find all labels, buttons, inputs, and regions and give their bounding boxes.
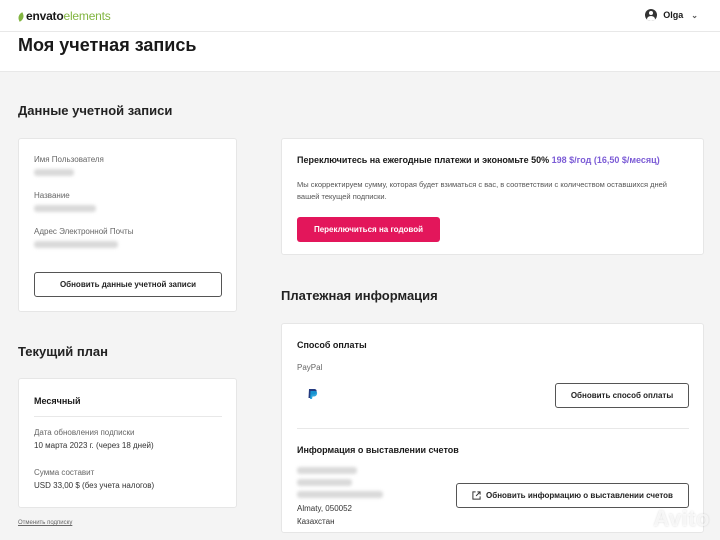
account-card: Имя Пользователя Название Адрес Электрон… bbox=[18, 138, 237, 312]
top-bar: envatoelements Olga ⌄ bbox=[0, 0, 720, 32]
payment-method-title: Способ оплаты bbox=[297, 340, 367, 350]
user-name: Olga bbox=[663, 10, 684, 20]
annual-description: Мы скорректируем сумму, которая будет вз… bbox=[297, 180, 667, 201]
payment-card: Способ оплаты PayPal Обновить способ опл… bbox=[281, 323, 704, 533]
envato-logo[interactable]: envatoelements bbox=[16, 9, 111, 23]
annual-price: 198 $/год (16,50 $/месяц) bbox=[551, 155, 660, 165]
switch-annual-button[interactable]: Переключиться на годовой bbox=[297, 217, 440, 242]
leaf-icon bbox=[16, 12, 26, 22]
update-billing-button[interactable]: Обновить информацию о выставлении счетов bbox=[456, 483, 689, 508]
logo-text-envato: envato bbox=[26, 9, 64, 23]
external-link-icon bbox=[472, 491, 481, 500]
logo-text-elements: elements bbox=[63, 9, 111, 23]
user-menu[interactable]: Olga ⌄ bbox=[645, 9, 698, 21]
payment-method-name: PayPal bbox=[297, 363, 323, 372]
amount-label: Сумма составит bbox=[34, 468, 95, 477]
annual-offer-card: Переключитесь на ежегодные платежи и эко… bbox=[281, 138, 704, 255]
chevron-down-icon: ⌄ bbox=[691, 10, 698, 20]
email-label: Адрес Электронной Почты bbox=[34, 227, 134, 236]
billing-country: Казахстан bbox=[297, 517, 335, 526]
paypal-icon bbox=[308, 389, 318, 399]
annual-headline: Переключитесь на ежегодные платежи и эко… bbox=[297, 155, 550, 165]
username-value-redacted bbox=[34, 169, 74, 176]
annual-headline-row: Переключитесь на ежегодные платежи и эко… bbox=[297, 155, 660, 165]
plan-name: Месячный bbox=[34, 396, 81, 406]
avito-watermark: Avito bbox=[653, 506, 710, 531]
billing-city: Almaty, 050052 bbox=[297, 504, 352, 513]
plan-divider bbox=[34, 416, 222, 417]
billing-line-1-redacted bbox=[297, 467, 357, 474]
plan-heading: Текущий план bbox=[18, 344, 109, 359]
billing-line-2-redacted bbox=[297, 479, 352, 486]
billing-title: Информация о выставлении счетов bbox=[297, 445, 459, 455]
page-title-band: Моя учетная запись bbox=[0, 32, 720, 72]
renewal-label: Дата обновления подписки bbox=[34, 428, 135, 437]
user-circle-icon bbox=[645, 9, 658, 21]
payment-divider bbox=[297, 428, 689, 429]
billing-line-3-redacted bbox=[297, 491, 383, 498]
renewal-value: 10 марта 2023 г. (через 18 дней) bbox=[34, 441, 154, 450]
update-account-button[interactable]: Обновить данные учетной записи bbox=[34, 272, 222, 297]
name-label: Название bbox=[34, 191, 70, 200]
amount-value: USD 33,00 $ (без учета налогов) bbox=[34, 481, 155, 490]
username-label: Имя Пользователя bbox=[34, 155, 104, 164]
update-billing-label: Обновить информацию о выставлении счетов bbox=[486, 491, 673, 500]
cancel-subscription-link[interactable]: Отменить подписку bbox=[18, 520, 72, 526]
page-title: Моя учетная запись bbox=[18, 35, 197, 55]
update-payment-method-button[interactable]: Обновить способ оплаты bbox=[555, 383, 689, 408]
account-heading: Данные учетной записи bbox=[18, 103, 173, 118]
payment-heading: Платежная информация bbox=[281, 288, 438, 303]
email-value-redacted bbox=[34, 241, 118, 248]
plan-card: Месячный Дата обновления подписки 10 мар… bbox=[18, 378, 237, 508]
name-value-redacted bbox=[34, 205, 96, 212]
